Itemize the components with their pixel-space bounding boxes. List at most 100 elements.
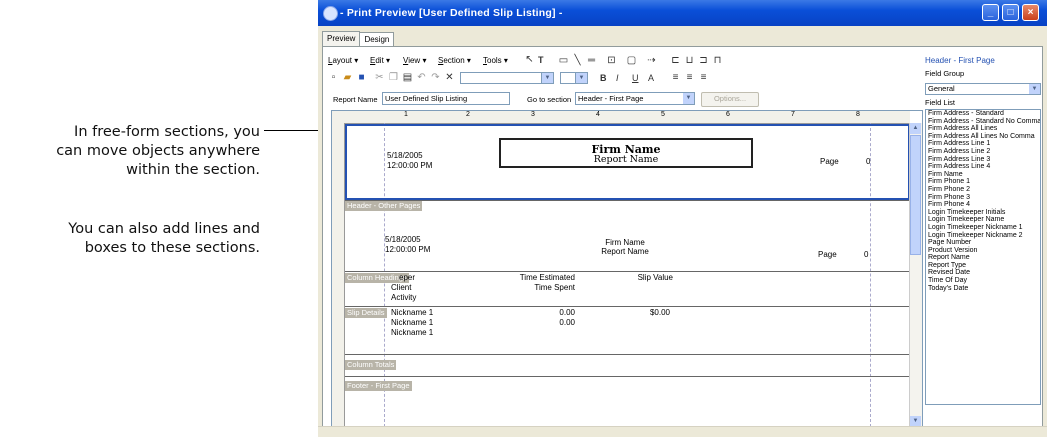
paste-icon[interactable]: ▤ [402,73,413,83]
field-list-item[interactable]: Revised Date [926,269,1040,277]
minimize-button[interactable]: _ [982,4,999,21]
title-bar[interactable]: - Print Preview [User Defined Slip Listi… [318,0,1047,26]
field-list-item[interactable]: Report Name [926,254,1040,262]
column-heading-timekeeper[interactable]: eper [399,273,415,282]
menu-edit[interactable]: Edit ▾ [370,56,390,65]
underline-button[interactable]: U [632,73,639,83]
time-spent-field[interactable]: 0.00 [525,318,575,327]
align-right-icon[interactable]: ⊐ [698,56,709,66]
font-size-combo[interactable]: ▼ [560,72,588,84]
chevron-down-icon[interactable]: ▼ [1029,84,1040,94]
section-slip-details[interactable]: Slip Details Nickname 1 Nickname 1 Nickn… [345,306,910,353]
nickname-field[interactable]: Nickname 1 [391,318,433,327]
menu-layout[interactable]: Layout ▾ [328,56,358,65]
field-list-item[interactable]: Firm Address - Standard No Comma [926,118,1040,126]
align-top-icon[interactable]: ⊓ [712,56,723,66]
column-heading-client[interactable]: Client [391,283,411,292]
border-tool-icon[interactable]: ▢ [626,56,637,66]
scroll-thumb[interactable] [910,135,921,255]
hline-tool-icon[interactable]: ═ [586,56,597,66]
image-tool-icon[interactable]: ▭ [558,56,569,66]
section-column-totals[interactable]: Column Totals [345,354,910,375]
section-header-other-pages[interactable]: Header - Other Pages 5/18/2005 12:00:00 … [345,200,910,271]
goto-section-select[interactable]: Header - First Page ▼ [575,92,695,105]
chevron-down-icon[interactable]: ▼ [683,93,694,104]
field-list-item[interactable]: Login Timekeeper Name [926,216,1040,224]
align-center-icon[interactable]: ⊔ [684,56,695,66]
field-list-item[interactable]: Login Timekeeper Nickname 2 [926,232,1040,240]
text-align-right-icon[interactable]: ≡ [698,73,709,83]
time-field[interactable]: 12:00:00 PM [387,161,432,170]
line-tool-icon[interactable]: ╲ [572,56,583,66]
section-footer-first-page[interactable]: Footer - First Page [345,376,910,427]
time-estimated-field[interactable]: 0.00 [525,308,575,317]
field-list-item[interactable]: Login Timekeeper Nickname 1 [926,224,1040,232]
field-list-item[interactable]: Time Of Day [926,277,1040,285]
cut-icon[interactable]: ✂ [374,73,385,83]
field-list-item[interactable]: Firm Address Line 2 [926,148,1040,156]
scroll-up-icon[interactable]: ▲ [910,123,921,134]
text-tool-icon[interactable]: T [538,55,544,65]
nickname-field[interactable]: Nickname 1 [391,328,433,337]
report-name-field[interactable]: Report Name [565,247,685,256]
font-color-button[interactable]: A [648,73,654,83]
section-header-first-page[interactable]: 5/18/2005 12:00:00 PM Firm Name Report N… [345,124,910,200]
redo-icon[interactable]: ↷ [430,73,441,83]
page-label[interactable]: Page [820,157,839,166]
page-number-field[interactable]: 0 [864,250,868,259]
menu-tools[interactable]: Tools ▾ [483,56,508,65]
column-heading-activity[interactable]: Activity [391,293,416,302]
new-icon[interactable]: ▫ [328,73,339,83]
undo-icon[interactable]: ↶ [416,73,427,83]
tab-design[interactable]: Design [359,32,395,47]
chevron-down-icon[interactable]: ▼ [541,73,553,83]
menu-view[interactable]: View ▾ [403,56,426,65]
field-list-item[interactable]: Firm Phone 1 [926,178,1040,186]
slip-value-field[interactable]: $0.00 [615,308,670,317]
delete-icon[interactable]: ✕ [444,73,455,83]
field-list-item[interactable]: Firm Phone 2 [926,186,1040,194]
field-list-item[interactable]: Login Timekeeper Initials [926,209,1040,217]
field-list-item[interactable]: Firm Phone 3 [926,194,1040,202]
maximize-button[interactable]: □ [1002,4,1019,21]
align-left-icon[interactable]: ⊏ [670,56,681,66]
line-style-icon[interactable]: ⇢ [646,56,657,66]
report-name-input[interactable]: User Defined Slip Listing [382,92,510,105]
font-name-combo[interactable]: ▼ [460,72,554,84]
column-heading-slip-value[interactable]: Slip Value [605,273,673,282]
page-label[interactable]: Page [818,250,837,259]
field-list-item[interactable]: Page Number [926,239,1040,247]
section-column-headings[interactable]: Column Headings eper Client Activity Tim… [345,271,910,305]
field-list-item[interactable]: Firm Address Line 3 [926,156,1040,164]
field-list-item[interactable]: Firm Phone 4 [926,201,1040,209]
date-field[interactable]: 5/18/2005 [385,235,421,244]
chevron-down-icon[interactable]: ▼ [575,73,587,83]
text-align-center-icon[interactable]: ≡ [684,73,695,83]
box-tool-icon[interactable]: ⊡ [606,56,617,66]
nickname-field[interactable]: Nickname 1 [391,308,433,317]
field-list-item[interactable]: Firm Address Line 4 [926,163,1040,171]
column-heading-time-estimated[interactable]: Time Estimated [495,273,575,282]
field-group-select[interactable]: General ▼ [925,83,1041,95]
bold-button[interactable]: B [600,73,607,83]
menu-section[interactable]: Section ▾ [438,56,471,65]
copy-icon[interactable]: ❐ [388,73,399,83]
pointer-icon[interactable]: ↖ [524,55,535,65]
open-icon[interactable]: ▰ [342,73,353,83]
field-list[interactable]: Firm Address - Standard Firm Address - St… [925,109,1041,405]
field-list-item[interactable]: Firm Address All Lines [926,125,1040,133]
field-list-item[interactable]: Report Type [926,262,1040,270]
tab-preview[interactable]: Preview [322,31,361,46]
firm-name-field[interactable]: Firm Name [565,238,685,247]
italic-button[interactable]: I [616,73,619,83]
close-button[interactable]: × [1022,4,1039,21]
report-name-field[interactable]: Report Name [499,154,753,165]
column-heading-time-spent[interactable]: Time Spent [495,283,575,292]
save-icon[interactable]: ■ [356,73,367,83]
page-number-field[interactable]: 0 [866,157,870,166]
time-field[interactable]: 12:00:00 PM [385,245,430,254]
field-list-item[interactable]: Today's Date [926,285,1040,293]
options-button[interactable]: Options... [701,92,759,107]
field-list-item[interactable]: Firm Address All Lines No Comma [926,133,1040,141]
field-list-item[interactable]: Firm Name [926,171,1040,179]
